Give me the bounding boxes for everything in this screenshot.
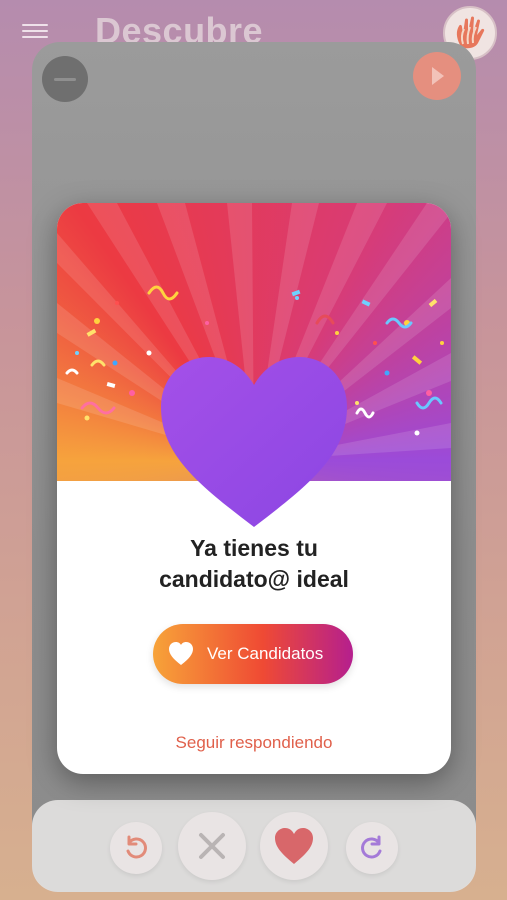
play-icon[interactable] [413,52,461,100]
view-candidates-label: Ver Candidatos [207,644,324,663]
heart-icon [167,641,195,667]
dislike-button[interactable] [178,812,246,880]
match-modal: Ya tienes tu candidato@ ideal Ver Candid… [57,203,451,774]
match-message: Ya tienes tu candidato@ ideal [57,533,451,595]
action-bar [32,800,476,892]
redo-icon [361,835,382,859]
celebration-banner [57,203,451,527]
like-button[interactable] [260,812,328,880]
keep-answering-link[interactable]: Seguir respondiendo [57,733,451,753]
message-line-1: Ya tienes tu [190,535,318,561]
message-line-2: candidato@ ideal [159,566,349,592]
close-icon [199,833,225,859]
undo-icon [126,835,147,859]
heart-icon [275,828,313,864]
view-candidates-button[interactable]: Ver Candidatos [153,624,353,684]
redo-button[interactable] [346,822,398,874]
heart-icon [161,357,347,527]
hamburger-menu-icon[interactable] [22,20,48,40]
minus-icon[interactable] [42,56,88,102]
undo-button[interactable] [110,822,162,874]
